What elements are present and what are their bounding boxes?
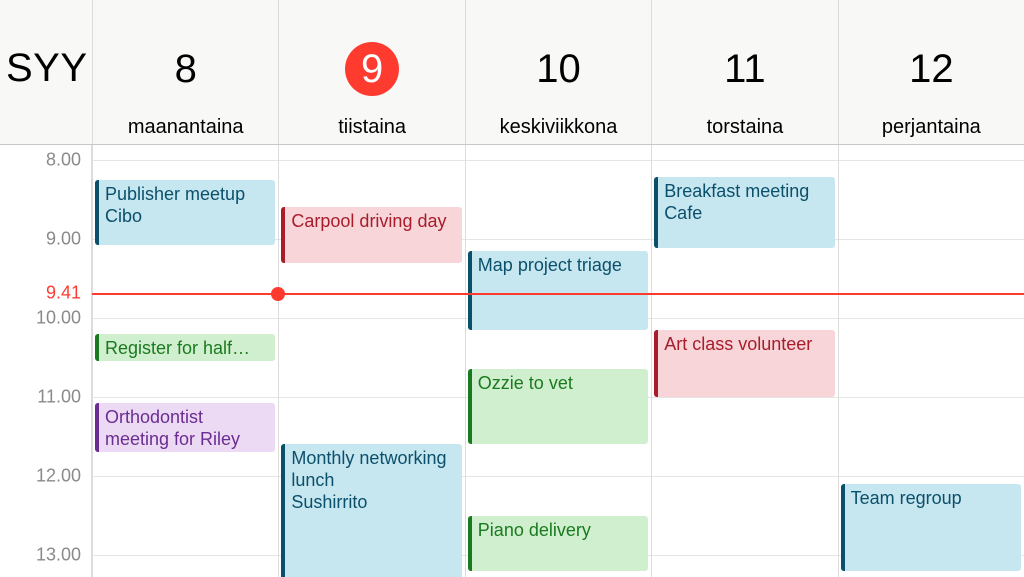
current-time-label: 9.41 [0, 282, 81, 303]
event-color-stripe [281, 444, 285, 577]
day-name: maanantaina [128, 116, 244, 139]
event-title: Register for half… [105, 337, 269, 359]
time-gutter: 8.00 9.00 10.00 11.00 12.00 13.00 9.41 [0, 145, 92, 577]
event-color-stripe [468, 516, 472, 571]
event-color-stripe [468, 369, 472, 444]
event-color-stripe [468, 251, 472, 330]
day-name: tiistaina [338, 116, 406, 139]
month-label: SYY [6, 46, 88, 91]
event-title: Piano delivery [478, 519, 642, 541]
day-number[interactable]: 8 [159, 42, 213, 96]
event-title: Monthly networking lunch [291, 447, 455, 491]
calendar-body[interactable]: 8.00 9.00 10.00 11.00 12.00 13.00 9.41 Publish… [0, 145, 1024, 577]
day-header[interactable]: 9 tiistaina [278, 0, 464, 144]
calendar-event[interactable]: Monthly networking lunchSushirrito [281, 444, 461, 577]
day-number[interactable]: 9 [345, 42, 399, 96]
event-color-stripe [841, 484, 845, 571]
hour-label: 10.00 [0, 308, 81, 329]
hour-label: 11.00 [0, 387, 81, 408]
day-number[interactable]: 10 [532, 42, 586, 96]
calendar-event[interactable]: Register for half… [95, 334, 275, 362]
event-color-stripe [95, 180, 99, 246]
calendar-grid[interactable]: Publisher meetupCibo Register for half… Or… [92, 145, 1024, 577]
event-title: Team regroup [851, 487, 1015, 509]
hour-label: 13.00 [0, 545, 81, 566]
day-name: keskiviikkona [500, 116, 618, 139]
calendar-header: SYY 8 maanantaina 9 tiistaina 10 keskiviikkon… [0, 0, 1024, 145]
event-color-stripe [95, 403, 99, 452]
event-location: Sushirrito [291, 491, 455, 513]
calendar-event[interactable]: Piano delivery [468, 516, 648, 571]
day-column[interactable] [465, 145, 651, 577]
current-time-line [92, 293, 1024, 295]
event-title: Map project triage [478, 254, 642, 276]
hour-label: 9.00 [0, 229, 81, 250]
day-number[interactable]: 11 [718, 42, 772, 96]
calendar-event[interactable]: Map project triage [468, 251, 648, 330]
calendar-event[interactable]: Breakfast meetingCafe [654, 177, 834, 248]
event-color-stripe [95, 334, 99, 362]
day-number[interactable]: 12 [904, 42, 958, 96]
event-title: Breakfast meeting [664, 180, 828, 202]
event-title: Ozzie to vet [478, 372, 642, 394]
day-name: perjantaina [882, 116, 981, 139]
event-title: Orthodontist meeting for Riley [105, 406, 269, 450]
hour-label: 12.00 [0, 466, 81, 487]
day-header[interactable]: 8 maanantaina [92, 0, 278, 144]
day-header[interactable]: 12 perjantaina [838, 0, 1024, 144]
event-title: Carpool driving day [291, 210, 455, 232]
calendar-event[interactable]: Ozzie to vet [468, 369, 648, 444]
event-color-stripe [654, 330, 658, 397]
calendar-event[interactable]: Carpool driving day [281, 207, 461, 262]
day-header[interactable]: 11 torstaina [651, 0, 837, 144]
event-color-stripe [654, 177, 658, 248]
calendar-event[interactable]: Orthodontist meeting for Riley [95, 403, 275, 452]
event-title: Art class volunteer [664, 333, 828, 355]
hour-label: 8.00 [0, 150, 81, 171]
current-time-dot [271, 287, 285, 301]
event-location: Cibo [105, 205, 269, 227]
calendar-event[interactable]: Publisher meetupCibo [95, 180, 275, 246]
calendar-event[interactable]: Team regroup [841, 484, 1021, 571]
calendar-event[interactable]: Art class volunteer [654, 330, 834, 397]
event-location: Cafe [664, 202, 828, 224]
day-name: torstaina [707, 116, 784, 139]
event-title: Publisher meetup [105, 183, 269, 205]
day-header[interactable]: 10 keskiviikkona [465, 0, 651, 144]
event-color-stripe [281, 207, 285, 262]
